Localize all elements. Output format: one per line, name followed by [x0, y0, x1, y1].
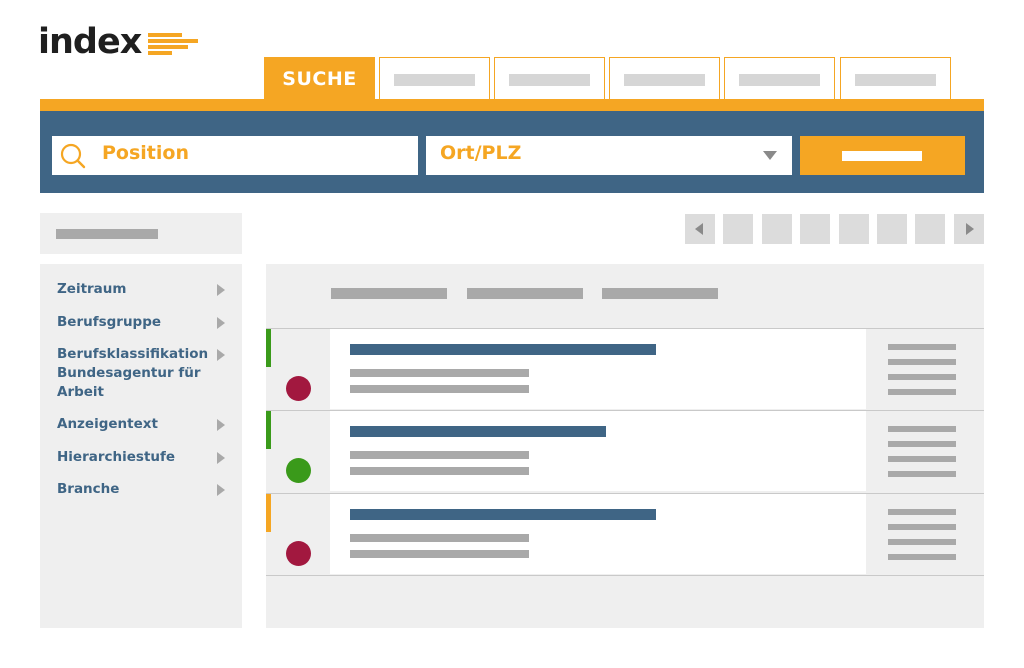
- status-dot: [286, 376, 311, 401]
- filter-sidebar: Zeitraum Berufsgruppe Berufsklassifikati…: [40, 264, 242, 628]
- menu-line: [888, 456, 956, 462]
- menu-line: [888, 471, 956, 477]
- result-line: [350, 369, 529, 377]
- filter-label: Berufsklassifikation Bundesagentur für A…: [57, 346, 209, 400]
- tab-6[interactable]: [840, 57, 951, 101]
- column-header[interactable]: [602, 288, 718, 299]
- result-line: [350, 550, 529, 558]
- logo-icon: [148, 33, 198, 55]
- position-placeholder: Position: [102, 142, 189, 164]
- row-menu-cell: [866, 329, 984, 409]
- menu-line: [888, 509, 956, 515]
- chevron-left-icon: [695, 223, 703, 235]
- tab-suche[interactable]: SUCHE: [264, 57, 375, 101]
- tab-2[interactable]: [379, 57, 490, 101]
- tab-5[interactable]: [724, 57, 835, 101]
- filter-hierarchiestufe[interactable]: Hierarchiestufe: [57, 448, 237, 467]
- row-accent-bar: [266, 494, 271, 532]
- search-button[interactable]: [800, 136, 965, 175]
- chevron-right-icon: [217, 284, 225, 296]
- menu-line: [888, 359, 956, 365]
- filter-branche[interactable]: Branche: [57, 480, 237, 499]
- pagination-page-3[interactable]: [800, 214, 830, 244]
- filter-berufsgruppe[interactable]: Berufsgruppe: [57, 313, 237, 332]
- sidebar-header-placeholder: [56, 229, 158, 239]
- result-row[interactable]: [266, 328, 984, 409]
- chevron-right-icon: [217, 452, 225, 464]
- filter-zeitraum[interactable]: Zeitraum: [57, 280, 237, 299]
- pagination-next-button[interactable]: [954, 214, 984, 244]
- tab-underline: [40, 99, 984, 111]
- location-select[interactable]: Ort/PLZ: [426, 136, 792, 175]
- result-row[interactable]: [266, 493, 984, 574]
- result-line: [350, 451, 529, 459]
- tab-label: SUCHE: [282, 68, 357, 90]
- filter-label: Hierarchiestufe: [57, 449, 176, 465]
- result-line: [350, 534, 529, 542]
- result-title[interactable]: [350, 509, 656, 520]
- menu-line: [888, 554, 956, 560]
- sidebar-header: [40, 213, 242, 254]
- chevron-down-icon: [763, 151, 777, 160]
- column-header[interactable]: [331, 288, 447, 299]
- result-line: [350, 467, 529, 475]
- chevron-right-icon: [966, 223, 974, 235]
- location-placeholder: Ort/PLZ: [440, 142, 522, 164]
- tab-placeholder: [624, 74, 705, 86]
- row-menu-cell: [866, 494, 984, 574]
- pagination-page-1[interactable]: [723, 214, 753, 244]
- row-status-cell: [266, 494, 330, 574]
- pagination-page-4[interactable]: [839, 214, 869, 244]
- menu-line: [888, 539, 956, 545]
- status-dot: [286, 458, 311, 483]
- pagination-page-5[interactable]: [877, 214, 907, 244]
- position-input[interactable]: Position: [52, 136, 418, 175]
- search-icon: [60, 143, 86, 169]
- filter-label: Branche: [57, 481, 120, 497]
- filter-label: Berufsgruppe: [57, 314, 162, 330]
- menu-line: [888, 426, 956, 432]
- pagination-page-6[interactable]: [915, 214, 945, 244]
- filter-label: Zeitraum: [57, 281, 127, 297]
- pagination-prev-button[interactable]: [685, 214, 715, 244]
- menu-line: [888, 389, 956, 395]
- row-status-cell: [266, 411, 330, 491]
- tab-placeholder: [855, 74, 936, 86]
- status-dot: [286, 541, 311, 566]
- chevron-right-icon: [217, 419, 225, 431]
- tab-4[interactable]: [609, 57, 720, 101]
- row-accent-bar: [266, 329, 271, 367]
- menu-line: [888, 441, 956, 447]
- result-title[interactable]: [350, 344, 656, 355]
- pagination-page-2[interactable]: [762, 214, 792, 244]
- menu-line: [888, 374, 956, 380]
- tab-placeholder: [739, 74, 820, 86]
- logo-text: index: [38, 22, 142, 62]
- search-button-label: [842, 151, 922, 161]
- row-accent-bar: [266, 411, 271, 449]
- row-status-cell: [266, 329, 330, 409]
- chevron-right-icon: [217, 317, 225, 329]
- tab-placeholder: [394, 74, 475, 86]
- chevron-right-icon: [217, 484, 225, 496]
- filter-anzeigentext[interactable]: Anzeigentext: [57, 415, 237, 434]
- chevron-right-icon: [217, 349, 225, 361]
- filter-berufsklassifikation[interactable]: Berufsklassifikation Bundesagentur für A…: [57, 345, 237, 402]
- divider: [266, 575, 984, 576]
- result-line: [350, 385, 529, 393]
- row-menu-cell: [866, 411, 984, 491]
- result-row[interactable]: [266, 410, 984, 491]
- menu-line: [888, 524, 956, 530]
- filter-label: Anzeigentext: [57, 416, 158, 432]
- tab-3[interactable]: [494, 57, 605, 101]
- tab-placeholder: [509, 74, 590, 86]
- result-title[interactable]: [350, 426, 606, 437]
- menu-line: [888, 344, 956, 350]
- column-header[interactable]: [467, 288, 583, 299]
